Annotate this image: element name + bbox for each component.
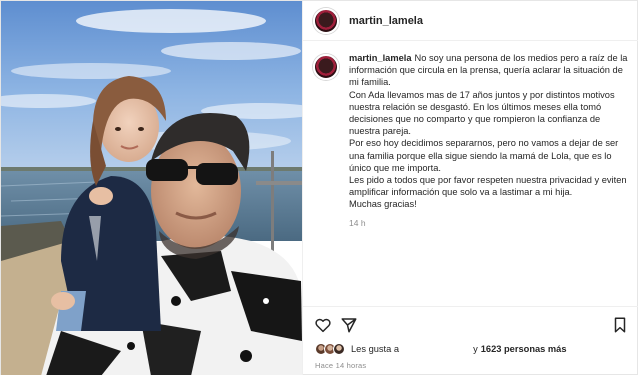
caption-avatar[interactable] (313, 54, 339, 80)
post-photo[interactable] (1, 1, 302, 375)
actions-bar: Les gusta a y 1623 personas más Hace 14 … (303, 306, 638, 375)
caption-username[interactable]: martin_lamela (349, 53, 412, 63)
caption-paragraph: martin_lamela No soy una persona de los m… (349, 52, 633, 89)
caption-relative-time[interactable]: 14 h (349, 217, 633, 229)
instagram-post: martin_lamela martin_lamela No soy una pe… (0, 0, 638, 375)
post-header: martin_lamela (303, 1, 638, 41)
bookmark-icon (614, 317, 626, 333)
avatar[interactable] (313, 7, 339, 34)
post-image (1, 1, 302, 375)
header-username[interactable]: martin_lamela (349, 15, 423, 27)
likes-count[interactable]: 1623 personas más (481, 344, 567, 354)
caption-body: martin_lamela No soy una persona de los m… (349, 52, 633, 229)
post-sidebar: martin_lamela martin_lamela No soy una pe… (302, 1, 638, 375)
save-button[interactable] (610, 315, 630, 335)
post-timestamp[interactable]: Hace 14 horas (315, 361, 366, 370)
caption-paragraph: Les pido a todos que por favor respeten … (349, 175, 627, 198)
caption-paragraph: Por eso hoy decidimos separarnos, pero n… (349, 138, 619, 173)
likes-prefix: Les gusta a (351, 344, 400, 354)
caption-paragraph: Con Ada llevamos mas de 17 años juntos y… (349, 89, 615, 137)
caption-paragraph: Muchas gracias! (349, 199, 417, 210)
liker-avatar[interactable] (333, 343, 345, 355)
like-button[interactable] (313, 315, 333, 335)
share-button[interactable] (339, 315, 359, 335)
liker-avatars (315, 343, 345, 355)
likes-suffix: y (473, 344, 478, 354)
likes-summary: Les gusta a y 1623 personas más (315, 343, 567, 355)
heart-icon (315, 318, 331, 333)
paper-plane-icon (341, 318, 357, 333)
post-caption: martin_lamela No soy una persona de los m… (313, 52, 633, 229)
